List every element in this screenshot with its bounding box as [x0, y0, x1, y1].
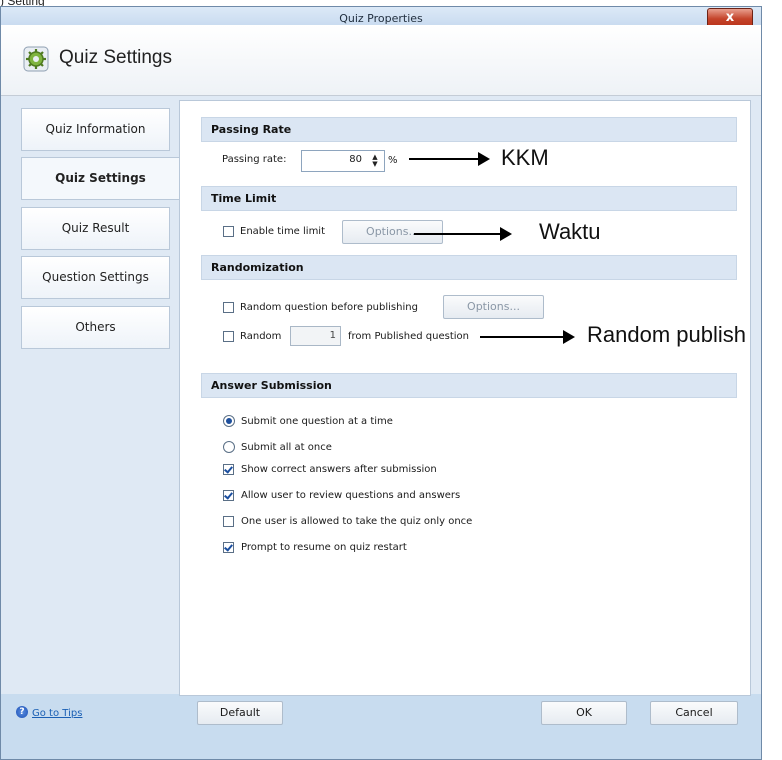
time-limit-heading: Time Limit	[201, 186, 737, 211]
random-count-input[interactable]: 1	[290, 326, 341, 346]
passing-rate-value: 80	[349, 154, 362, 165]
sidebar-item-quiz-result[interactable]: Quiz Result	[21, 207, 170, 250]
submit-all-label: Submit all at once	[241, 442, 332, 453]
random-suffix-label: from Published question	[348, 331, 469, 342]
annotation-random-publish: Random publish	[587, 322, 746, 347]
sidebar-item-quiz-settings[interactable]: Quiz Settings	[21, 157, 179, 200]
passing-rate-label: Passing rate:	[222, 154, 287, 165]
help-icon[interactable]: ?	[16, 706, 28, 718]
allow-review-label: Allow user to review questions and answe…	[241, 490, 461, 501]
randomization-options-button[interactable]: Options...	[443, 295, 544, 319]
prompt-resume-label: Prompt to resume on quiz restart	[241, 542, 407, 553]
arrow-right-icon	[478, 152, 490, 166]
sidebar-item-quiz-information[interactable]: Quiz Information	[21, 108, 170, 151]
randomization-heading: Randomization	[201, 255, 737, 280]
time-limit-options-button[interactable]: Options...	[342, 220, 443, 244]
arrow-right-icon	[500, 227, 512, 241]
cancel-button[interactable]: Cancel	[650, 701, 738, 725]
window-title: Quiz Properties	[339, 12, 423, 25]
passing-rate-heading: Passing Rate	[201, 117, 737, 142]
settings-header: Quiz Settings	[1, 25, 761, 96]
spinner-arrows-icon[interactable]: ▲ ▼	[370, 154, 380, 168]
random-checkbox[interactable]	[223, 331, 234, 342]
page-title: Quiz Settings	[59, 47, 172, 68]
show-correct-answers-label: Show correct answers after submission	[241, 464, 437, 475]
annotation-arrow-line	[409, 158, 480, 160]
submit-one-label: Submit one question at a time	[241, 416, 393, 427]
random-before-publishing-label: Random question before publishing	[240, 302, 418, 313]
one-attempt-checkbox[interactable]	[223, 516, 234, 527]
submit-one-radio[interactable]	[223, 415, 235, 427]
enable-time-limit-label: Enable time limit	[240, 226, 326, 237]
go-to-tips-link[interactable]: Go to Tips	[32, 708, 82, 719]
one-attempt-label: One user is allowed to take the quiz onl…	[241, 516, 473, 527]
default-button[interactable]: Default	[197, 701, 283, 725]
allow-review-checkbox[interactable]	[223, 490, 234, 501]
ok-button[interactable]: OK	[541, 701, 627, 725]
show-correct-answers-checkbox[interactable]	[223, 464, 234, 475]
annotation-arrow-line	[480, 336, 565, 338]
answer-submission-heading: Answer Submission	[201, 373, 737, 398]
annotation-waktu: Waktu	[539, 219, 601, 244]
arrow-right-icon	[563, 330, 575, 344]
random-before-publishing-checkbox[interactable]	[223, 302, 234, 313]
passing-rate-unit: %	[388, 155, 398, 166]
sidebar-item-question-settings[interactable]: Question Settings	[21, 256, 170, 299]
annotation-arrow-line	[414, 233, 502, 235]
prompt-resume-checkbox[interactable]	[223, 542, 234, 553]
random-label: Random	[240, 331, 282, 342]
passing-rate-stepper[interactable]: 80 ▲ ▼	[301, 150, 385, 172]
gear-icon	[23, 46, 49, 72]
annotation-kkm: KKM	[501, 145, 549, 170]
enable-time-limit-checkbox[interactable]	[223, 226, 234, 237]
sidebar-item-others[interactable]: Others	[21, 306, 170, 349]
submit-all-radio[interactable]	[223, 441, 235, 453]
